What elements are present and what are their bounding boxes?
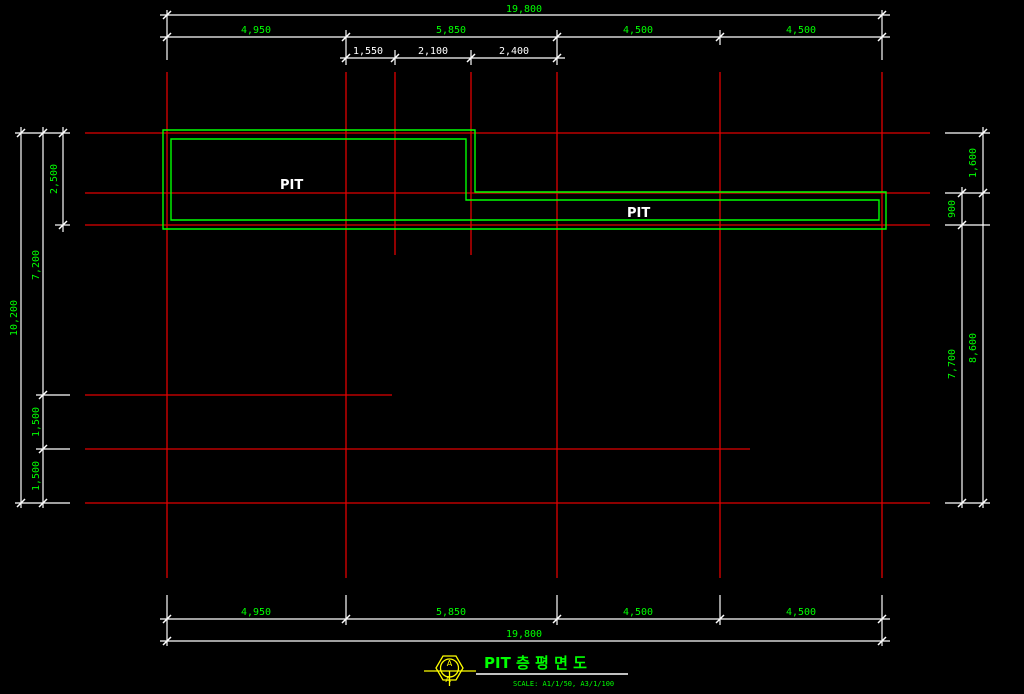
pit-label-right: PIT (627, 206, 650, 221)
pit-floor-plan-drawing: PIT PIT 19,800 4,950 5,850 4,500 4,500 1… (9, 4, 990, 688)
pit-outline (162, 129, 887, 230)
pit-outline-outer (162, 129, 887, 230)
title-block: A A- PIT 층 평 면 도 SCALE: A1/1/50, A3/1/10… (424, 654, 628, 688)
drawing-title: PIT 층 평 면 도 (484, 654, 587, 672)
dim-top-bay-1: 4,950 (241, 25, 271, 36)
dim-top-sub-1: 1,550 (353, 46, 383, 57)
dim-bottom-bay-1: 4,950 (241, 607, 271, 618)
dim-bottom-total: 19,800 (506, 629, 542, 640)
dim-left-mid-3: 1,500 (31, 461, 42, 491)
dim-left-total: 10,200 (9, 300, 20, 336)
dim-top-total: 19,800 (506, 4, 542, 15)
section-symbol-bottom: A- (445, 675, 453, 684)
dim-bottom-bay-4: 4,500 (786, 607, 816, 618)
grid-lines (85, 72, 930, 578)
dim-top-bay-3: 4,500 (623, 25, 653, 36)
dim-top-sub-3: 2,400 (499, 46, 529, 57)
dim-right-upper-1: 1,600 (968, 148, 979, 178)
section-symbol-top: A (447, 659, 453, 668)
dim-left-inner: 2,500 (49, 164, 60, 194)
dim-top-bay-2: 5,850 (436, 25, 466, 36)
pit-outline-inner (170, 138, 880, 221)
right-dimensions (945, 127, 990, 508)
dim-left-mid-2: 1,500 (31, 407, 42, 437)
dim-top-bay-4: 4,500 (786, 25, 816, 36)
pit-label-left: PIT (280, 178, 303, 193)
dim-top-sub-2: 2,100 (418, 46, 448, 57)
dim-right-lower: 8,600 (968, 333, 979, 363)
dim-right-upper-2: 900 (947, 200, 958, 218)
dim-bottom-bay-3: 4,500 (623, 607, 653, 618)
left-dimensions (15, 127, 70, 508)
dim-left-mid-1: 7,200 (31, 250, 42, 280)
dim-right-inner: 7,700 (947, 349, 958, 379)
drawing-scale: SCALE: A1/1/50, A3/1/100 (513, 680, 614, 688)
dim-bottom-bay-2: 5,850 (436, 607, 466, 618)
